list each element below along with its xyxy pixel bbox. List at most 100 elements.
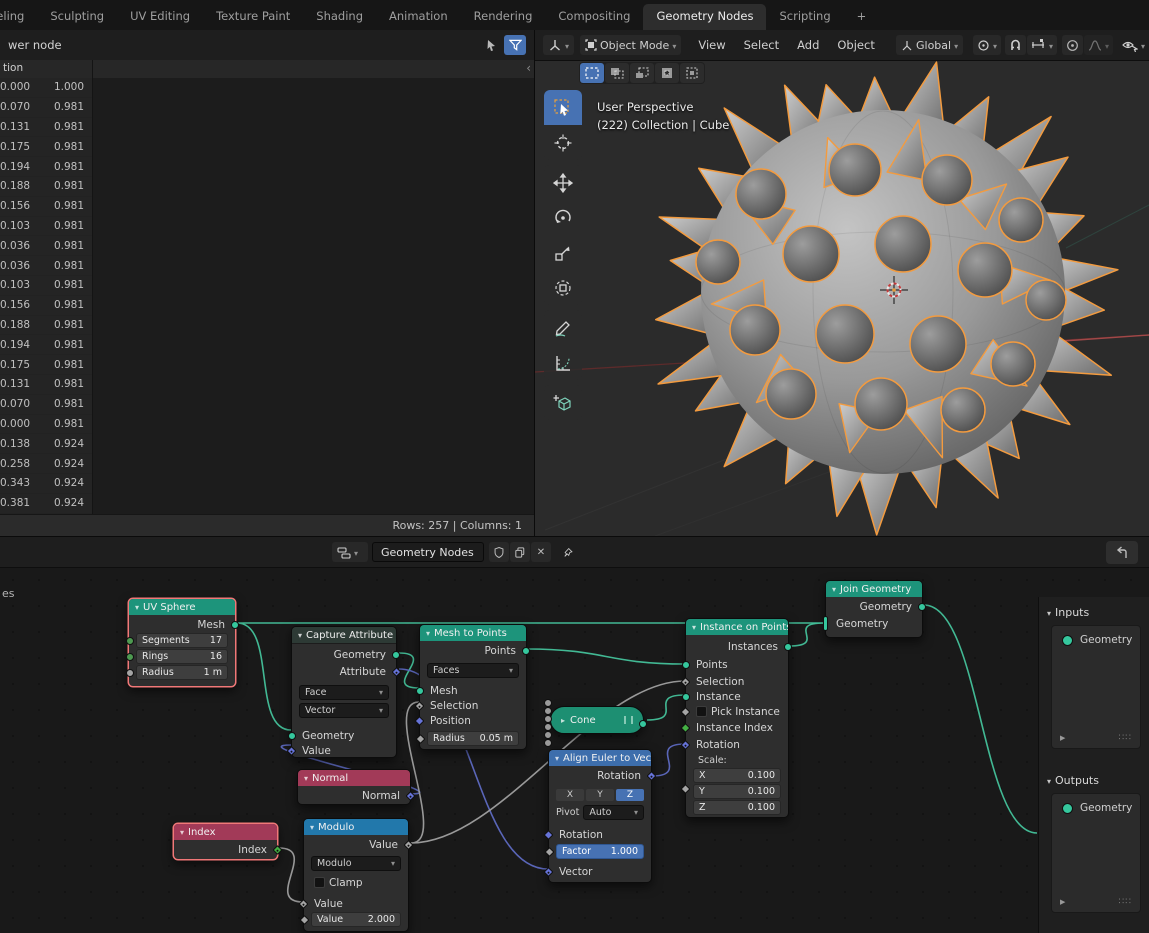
filter-funnel-button[interactable] (504, 35, 526, 55)
spreadsheet-row[interactable]: 0.1940.981 (0, 157, 92, 177)
operation-dropdown[interactable]: Modulo (311, 856, 401, 871)
spreadsheet-row[interactable]: 0.1030.981 (0, 217, 92, 237)
collapse-icon[interactable] (555, 753, 559, 764)
socket-geometry-multi-in[interactable] (823, 616, 828, 631)
socket-hidden-in[interactable] (544, 731, 552, 739)
select-mode-intersect[interactable] (680, 63, 704, 83)
show-gizmo-dropdown[interactable] (1118, 35, 1149, 55)
socket-hidden-in[interactable] (544, 707, 552, 715)
workspace-tab-shading[interactable]: Shading (303, 4, 376, 30)
socket-points-out[interactable] (522, 647, 530, 655)
tool-cursor[interactable] (544, 125, 582, 160)
snap-toggle[interactable] (1005, 35, 1026, 55)
tool-transform[interactable] (544, 270, 582, 305)
mode-dropdown[interactable]: Faces (427, 663, 519, 678)
proportional-falloff-dropdown[interactable] (1084, 35, 1113, 55)
spreadsheet-row[interactable]: 0.0001.000 (0, 78, 92, 98)
collapse-icon[interactable] (832, 584, 836, 595)
selection-filter-arrow-icon[interactable] (480, 35, 502, 55)
select-mode-extend[interactable] (605, 63, 629, 83)
factor-slider[interactable]: Factor1.000 (556, 844, 644, 859)
node-tree-type-dropdown[interactable] (332, 542, 368, 562)
node-align-euler-to-vector[interactable]: Align Euler to Vector Rotation X Y Z Piv… (548, 749, 652, 883)
spreadsheet-row[interactable]: 0.0700.981 (0, 395, 92, 415)
expand-icon[interactable] (561, 715, 565, 726)
mode-dropdown[interactable]: Object Mode (580, 35, 681, 55)
column-divider[interactable] (92, 60, 93, 514)
scale-x-field[interactable]: X0.100 (693, 768, 781, 783)
tool-measure[interactable] (544, 345, 582, 380)
workspace-tab--[interactable]: + (844, 4, 880, 30)
spreadsheet-row[interactable]: 0.1380.924 (0, 434, 92, 454)
transform-orientation-dropdown[interactable]: Global (896, 35, 963, 55)
spreadsheet-row[interactable]: 0.1560.981 (0, 296, 92, 316)
menu-select[interactable]: Select (735, 38, 788, 52)
workspace-tab-rendering[interactable]: Rendering (461, 4, 546, 30)
spreadsheet-row[interactable]: 0.3430.924 (0, 474, 92, 494)
menu-add[interactable]: Add (788, 38, 828, 52)
scale-z-field[interactable]: Z0.100 (693, 800, 781, 815)
rings-field[interactable]: Rings16 (136, 649, 228, 664)
collapse-icon[interactable] (310, 822, 314, 833)
tool-select-box[interactable] (544, 90, 582, 125)
workspace-tab-compositing[interactable]: Compositing (545, 4, 643, 30)
region-collapse-icon[interactable] (526, 61, 531, 75)
socket-mesh-out[interactable] (231, 621, 239, 629)
collapse-icon[interactable] (298, 630, 302, 641)
spreadsheet-row[interactable]: 0.0360.981 (0, 236, 92, 256)
outputs-section-header[interactable]: Outputs (1047, 774, 1099, 787)
tool-annotate[interactable] (544, 310, 582, 345)
socket-hidden-in[interactable] (544, 723, 552, 731)
collapse-icon[interactable] (304, 773, 308, 784)
node-join-geometry[interactable]: Join Geometry Geometry Geometry (825, 580, 923, 638)
socket-mesh-in[interactable] (416, 687, 424, 695)
socket-geometry-in[interactable] (288, 732, 296, 740)
pick-instance-checkbox[interactable] (696, 706, 707, 717)
group-input-geometry[interactable]: Geometry (1052, 626, 1140, 646)
node-index[interactable]: Index Index (173, 823, 278, 860)
node-modulo[interactable]: Modulo Value Modulo Clamp Value Value2.0… (303, 818, 409, 932)
fake-user-shield-toggle[interactable] (489, 542, 509, 562)
socket-segments-in[interactable] (126, 637, 134, 645)
tool-rotate[interactable] (544, 200, 582, 235)
scale-y-field[interactable]: Y0.100 (693, 784, 781, 799)
workspace-tab-geometry-nodes[interactable]: Geometry Nodes (643, 4, 766, 30)
spreadsheet-row[interactable]: 0.1310.981 (0, 118, 92, 138)
node-cone-collapsed[interactable]: Cone (550, 706, 644, 734)
spreadsheet-row[interactable]: 0.1880.981 (0, 177, 92, 197)
inputs-section-header[interactable]: Inputs (1047, 606, 1089, 619)
resize-grip-icon[interactable] (1119, 894, 1132, 907)
workspace-tab-deling[interactable]: deling (0, 4, 37, 30)
value-field[interactable]: Value2.000 (311, 912, 401, 927)
spreadsheet-row[interactable]: 0.1560.981 (0, 197, 92, 217)
node-capture-attribute[interactable]: Capture Attribute Geometry Attribute Fac… (291, 626, 397, 758)
editor-type-dropdown[interactable] (543, 35, 574, 55)
collapse-icon[interactable] (692, 622, 696, 633)
clamp-checkbox[interactable] (314, 877, 325, 888)
data-type-dropdown[interactable]: Vector (299, 703, 389, 718)
socket-instance-in[interactable] (682, 693, 690, 701)
node-tree-name-field[interactable]: Geometry Nodes (372, 542, 484, 562)
group-output-geometry[interactable]: Geometry (1052, 794, 1140, 814)
spreadsheet-row[interactable]: 0.1750.981 (0, 137, 92, 157)
pivot-dropdown[interactable]: Auto (583, 805, 644, 820)
spreadsheet-row[interactable]: 0.1310.981 (0, 375, 92, 395)
socket-mesh-out[interactable] (639, 720, 647, 728)
axis-x-button[interactable]: X (556, 789, 584, 801)
node-instance-on-points[interactable]: Instance on Points Instances Points Sele… (685, 618, 789, 818)
expand-triangle-icon[interactable] (1060, 730, 1065, 743)
node-canvas[interactable]: es UV Sphere Mesh Segments17 Rings16 Rad… (0, 567, 1149, 933)
new-copy-button[interactable] (510, 542, 530, 562)
node-uv-sphere[interactable]: UV Sphere Mesh Segments17 Rings16 Radius… (128, 598, 236, 687)
socket-instances-out[interactable] (784, 643, 792, 651)
collapse-icon[interactable] (135, 602, 139, 613)
tool-scale[interactable] (544, 235, 582, 270)
pivot-point-dropdown[interactable] (973, 35, 1001, 55)
spreadsheet-row[interactable]: 0.1880.981 (0, 316, 92, 336)
select-mode-set[interactable] (580, 63, 604, 83)
socket-hidden-in[interactable] (544, 699, 552, 707)
spreadsheet-row[interactable]: 0.0000.981 (0, 415, 92, 435)
go-to-parent-tree-button[interactable] (1106, 541, 1138, 564)
expand-triangle-icon[interactable] (1060, 894, 1065, 907)
workspace-tab-animation[interactable]: Animation (376, 4, 461, 30)
